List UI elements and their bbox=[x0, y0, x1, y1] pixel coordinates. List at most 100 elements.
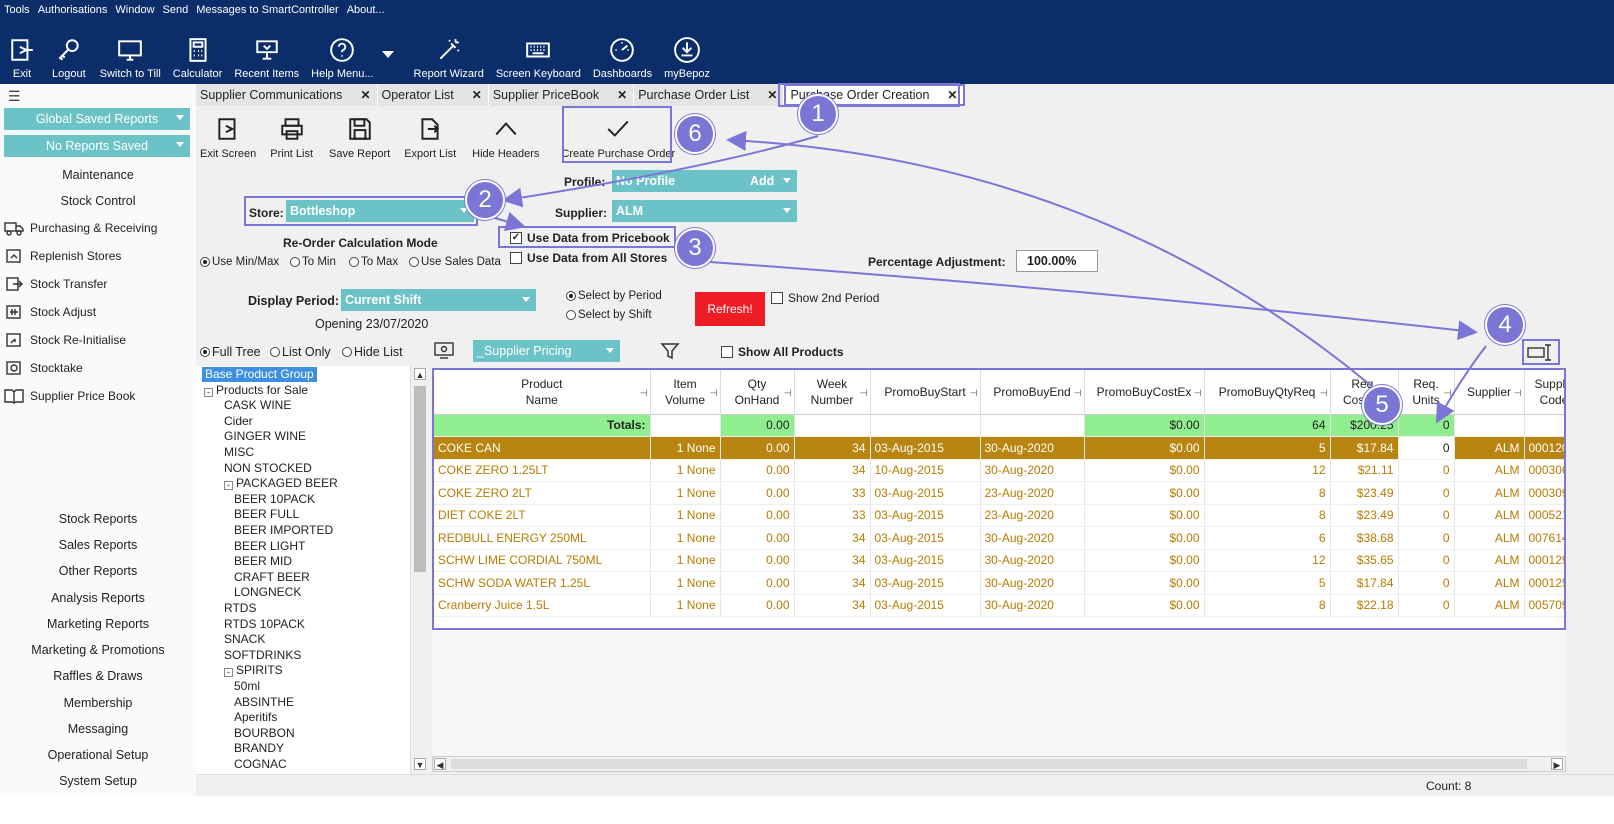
radio-list-only[interactable]: List Only bbox=[270, 345, 331, 359]
table-row[interactable]: REDBULL ENERGY 250ML 1 None 0.00 34 03-Aug-2… bbox=[434, 526, 1564, 550]
tree-node[interactable]: SOFTDRINKS bbox=[224, 648, 301, 663]
tree-node[interactable]: - SPIRITS bbox=[224, 663, 283, 678]
tree-node[interactable]: RTDS 10PACK bbox=[224, 617, 305, 632]
tree-node[interactable]: BEER IMPORTED bbox=[234, 523, 333, 538]
scroll-down-icon[interactable]: ▼ bbox=[414, 758, 426, 770]
tab-purchase-order-list[interactable]: Purchase Order List ✕ bbox=[634, 84, 785, 106]
screen-keyboard-button[interactable]: Screen Keyboard bbox=[490, 28, 587, 80]
tree-node[interactable]: MISC bbox=[224, 445, 254, 460]
table-row[interactable]: DIET COKE 2LT 1 None 0.00 33 03-Aug-2015 23-A… bbox=[434, 504, 1564, 527]
close-icon[interactable]: ✕ bbox=[472, 88, 482, 102]
tree-node[interactable]: Base Product Group bbox=[202, 367, 317, 382]
table-row[interactable]: SCHW SODA WATER 1.25L 1 None 0.00 34 03-Aug-… bbox=[434, 571, 1564, 595]
sidebar-item-supplier-price-book[interactable]: Supplier Price Book bbox=[4, 386, 135, 406]
no-reports-saved-dropdown[interactable]: No Reports Saved bbox=[4, 135, 190, 157]
table-cell[interactable]: 0 bbox=[1398, 594, 1455, 617]
pin-icon[interactable]: ⊣ bbox=[1514, 385, 1522, 401]
hamburger-icon[interactable]: ☰ bbox=[8, 88, 21, 105]
table-cell[interactable]: 0 bbox=[1398, 571, 1455, 595]
grid-horizontal-scrollbar[interactable]: ◀ ▶ bbox=[432, 756, 1566, 772]
table-cell[interactable]: 0 bbox=[1398, 459, 1455, 482]
sidebar-item-purchasing[interactable]: Purchasing & Receiving bbox=[4, 218, 157, 238]
menu-about[interactable]: About... bbox=[347, 4, 385, 16]
pin-icon[interactable]: ⊣ bbox=[1444, 385, 1452, 401]
table-cell[interactable]: 0 bbox=[1398, 436, 1455, 460]
show-all-products-checkbox[interactable]: Show All Products bbox=[721, 345, 844, 359]
pin-icon[interactable]: ⊣ bbox=[970, 385, 978, 401]
table-row[interactable]: COKE CAN 1 None 0.00 34 03-Aug-2015 30-Aug-20… bbox=[434, 436, 1564, 460]
sidebar-item-replenish[interactable]: Replenish Stores bbox=[4, 246, 121, 266]
pin-icon[interactable]: ⊣ bbox=[1074, 385, 1082, 401]
tree-node[interactable]: BEER MID bbox=[234, 554, 292, 569]
tree-node[interactable]: BEER FULL bbox=[234, 507, 299, 522]
calculator-button[interactable]: Calculator bbox=[167, 28, 229, 80]
radio-to-max[interactable]: To Max bbox=[349, 256, 398, 268]
table-row[interactable]: SCHW LIME CORDIAL 750ML 1 None 0.00 34 03-Au… bbox=[434, 549, 1564, 572]
tree-node[interactable]: CRAFT BEER bbox=[234, 570, 310, 585]
column-header[interactable]: Item Volume ⊣ bbox=[650, 370, 721, 415]
profile-add-button[interactable]: Add bbox=[750, 174, 774, 188]
radio-select-by-shift[interactable]: Select by Shift bbox=[566, 309, 652, 321]
sidebar-item-stock-reinitialise[interactable]: Stock Re-Initialise bbox=[4, 330, 126, 350]
sidebar-marketing-reports[interactable]: Marketing Reports bbox=[0, 617, 196, 631]
tree-node[interactable]: GINGER WINE bbox=[224, 429, 306, 444]
tree-node[interactable]: BEER 10PACK bbox=[234, 492, 315, 507]
pin-icon[interactable]: ⊣ bbox=[1320, 385, 1328, 401]
report-wizard-button[interactable]: Report Wizard bbox=[408, 28, 490, 80]
mybepoz-button[interactable]: myBepoz bbox=[658, 28, 716, 80]
tree-node[interactable]: SNACK bbox=[224, 632, 265, 647]
table-row[interactable]: COKE ZERO 2LT 1 None 0.00 33 03-Aug-2015 23-A… bbox=[434, 481, 1564, 505]
tree-node[interactable]: CASK WINE bbox=[224, 398, 291, 413]
switch-to-till-button[interactable]: Switch to Till bbox=[94, 28, 167, 80]
pin-icon[interactable]: ⊣ bbox=[640, 385, 648, 401]
menu-tools[interactable]: Tools bbox=[4, 4, 30, 16]
tree-node[interactable]: BRANDY bbox=[234, 741, 284, 756]
sidebar-marketing-promotions[interactable]: Marketing & Promotions bbox=[0, 643, 196, 657]
show-2nd-period-checkbox[interactable]: Show 2nd Period bbox=[771, 291, 879, 305]
scroll-thumb[interactable] bbox=[414, 386, 426, 572]
sidebar-item-stock-transfer[interactable]: Stock Transfer bbox=[4, 274, 107, 294]
column-header[interactable]: PromoBuyQtyReq ⊣ bbox=[1204, 370, 1331, 415]
column-header[interactable]: Week Number ⊣ bbox=[794, 370, 871, 415]
column-header[interactable]: PromoBuyEnd ⊣ bbox=[980, 370, 1085, 415]
radio-select-by-period[interactable]: Select by Period bbox=[566, 290, 662, 302]
profile-dropdown[interactable]: No Profile Add bbox=[612, 170, 797, 192]
tree-node[interactable]: - PACKAGED BEER bbox=[224, 476, 338, 491]
sidebar-membership[interactable]: Membership bbox=[0, 696, 196, 710]
percentage-adjustment-input[interactable]: 100.00% bbox=[1016, 250, 1098, 272]
scroll-thumb[interactable] bbox=[451, 759, 1527, 769]
exit-button[interactable]: Exit bbox=[0, 28, 44, 80]
tree-node[interactable]: RTDS bbox=[224, 601, 256, 616]
sidebar-stock-control[interactable]: Stock Control bbox=[0, 194, 196, 208]
radio-to-min[interactable]: To Min bbox=[290, 256, 336, 268]
radio-hide-list[interactable]: Hide List bbox=[342, 345, 403, 359]
scroll-left-icon[interactable]: ◀ bbox=[434, 758, 446, 770]
column-header[interactable]: SupplierCode⊣ bbox=[1524, 370, 1564, 415]
radio-full-tree[interactable]: Full Tree bbox=[200, 345, 261, 359]
logout-button[interactable]: Logout bbox=[44, 28, 94, 80]
sidebar-messaging[interactable]: Messaging bbox=[0, 722, 196, 736]
pin-icon[interactable]: ⊣ bbox=[860, 385, 868, 401]
table-cell[interactable]: 0 bbox=[1398, 481, 1455, 505]
close-icon[interactable]: ✕ bbox=[767, 88, 777, 102]
pin-icon[interactable]: ⊣ bbox=[1194, 385, 1202, 401]
menu-send[interactable]: Send bbox=[163, 4, 189, 16]
sidebar-raffles-draws[interactable]: Raffles & Draws bbox=[0, 669, 196, 683]
refresh-button[interactable]: Refresh! bbox=[695, 292, 765, 326]
dashboards-button[interactable]: Dashboards bbox=[587, 28, 658, 80]
collapse-icon[interactable]: - bbox=[204, 387, 213, 397]
table-row[interactable]: Cranberry Juice 1.5L 1 None 0.00 34 03-Aug-2… bbox=[434, 594, 1564, 617]
recent-items-button[interactable]: Recent Items bbox=[228, 28, 305, 80]
collapse-icon[interactable]: - bbox=[224, 481, 233, 491]
tree-node[interactable]: COGNAC bbox=[234, 757, 287, 772]
collapse-icon[interactable]: - bbox=[224, 668, 233, 678]
column-chooser-button[interactable] bbox=[1522, 339, 1560, 365]
column-header[interactable]: Qty OnHand ⊣ bbox=[720, 370, 795, 415]
pricing-dropdown[interactable]: _Supplier Pricing bbox=[473, 340, 620, 362]
table-cell[interactable]: 0 bbox=[1398, 504, 1455, 527]
chevron-down-icon[interactable] bbox=[381, 51, 394, 58]
global-saved-reports-dropdown[interactable]: Global Saved Reports bbox=[4, 108, 190, 130]
hide-headers-button[interactable]: Hide Headers bbox=[464, 108, 547, 160]
tree-node[interactable]: Cider bbox=[224, 414, 253, 429]
tree-scrollbar[interactable]: ▲ ▼ bbox=[410, 366, 428, 774]
